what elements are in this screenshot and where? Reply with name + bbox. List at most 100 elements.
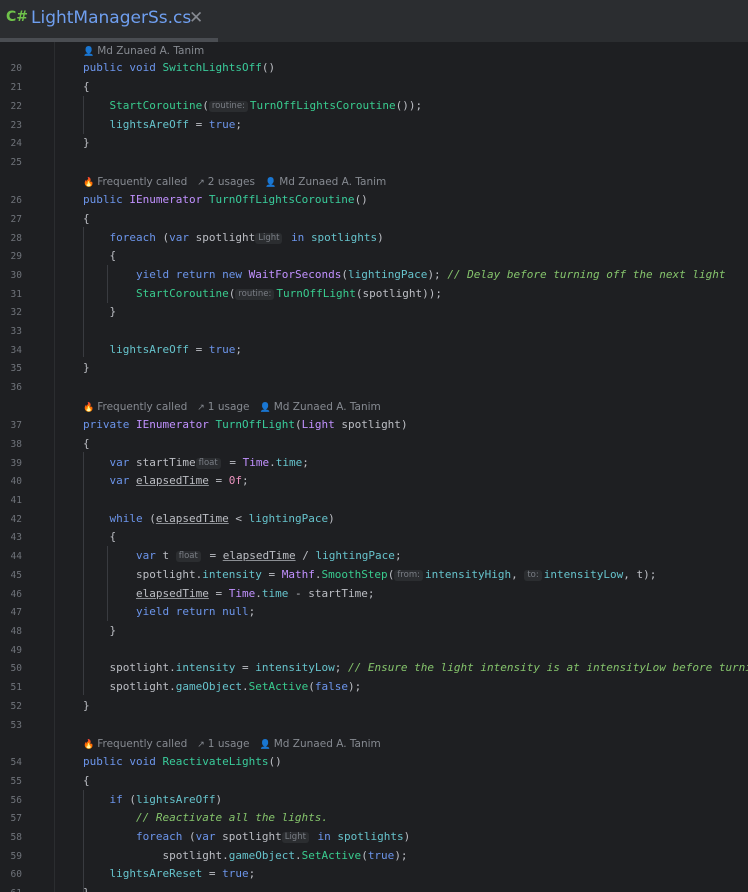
code-line: 46 elapsedTime = Time.time - startTime; [0,585,748,603]
code-line: 25 [0,153,748,171]
line-number: 32 [10,307,22,318]
code-line: 42 while (elapsedTime < lightingPace) [0,510,748,528]
code-line: 20 public void SwitchLightsOff() [0,59,748,77]
code-line: 21 { [0,78,748,96]
lens-author[interactable]: Md Zunaed A. Tanim [274,401,381,413]
line-number: 41 [10,495,22,506]
code-editor[interactable]: 👤 Md Zunaed A. Tanim 20 public void Switc… [0,42,748,892]
line-number: 46 [10,589,22,600]
line-number: 34 [10,345,22,356]
type-hint: float [175,551,201,562]
line-number: 57 [10,813,22,824]
code-line: 45 spotlight.intensity = Mathf.SmoothSte… [0,566,748,584]
code-lens: 🔥 Frequently called ↗ 1 usage 👤 Md Zunaed A… [0,735,748,753]
line-number: 60 [10,869,22,880]
line-number: 49 [10,645,22,656]
line-number: 20 [10,63,22,74]
code-line: 35 } [0,359,748,377]
code-line: 33 [0,322,748,340]
line-number: 24 [10,138,22,149]
flame-icon: 🔥 [83,740,95,750]
close-icon[interactable]: ✕ [189,8,203,28]
code-line: 38 { [0,435,748,453]
lens-usages[interactable]: 1 usage [208,401,250,413]
line-number: 52 [10,701,22,712]
line-number: 61 [0,888,22,892]
code-lens: 👤 Md Zunaed A. Tanim [0,42,748,60]
code-lens: 🔥 Frequently called ↗ 2 usages 👤 Md Zunaed … [0,173,748,191]
code-line: 61 } [0,884,748,892]
line-number: 28 [10,233,22,244]
line-number: 42 [10,514,22,525]
code-line: 30 yield return new WaitForSeconds(light… [0,266,748,284]
code-line: 23 lightsAreOff = true; [0,116,748,134]
line-number: 56 [10,795,22,806]
type-hint: Light [255,233,283,244]
line-number: 50 [10,663,22,674]
code-line: 50 spotlight.intensity = intensityLow; /… [0,659,748,677]
code-line: 60 lightsAreReset = true; [0,865,748,883]
line-number: 21 [10,82,22,93]
type-hint: Light [281,832,309,843]
code-lens: 🔥 Frequently called ↗ 1 usage 👤 Md Zunaed A… [0,398,748,416]
lens-author[interactable]: Md Zunaed A. Tanim [279,176,386,188]
line-number: 36 [10,382,22,393]
lens-frequently-called: Frequently called [97,738,188,750]
line-number: 33 [10,326,22,337]
flame-icon: 🔥 [83,178,95,188]
line-number: 47 [10,607,22,618]
line-number: 25 [10,157,22,168]
param-hint: routine: [235,289,275,300]
code-line: 52 } [0,697,748,715]
user-icon: 👤 [259,740,271,750]
code-line: 53 [0,716,748,734]
code-line: 28 foreach (var spotlight Light in spotli… [0,229,748,247]
code-line: 47 yield return null; [0,603,748,621]
code-line: 56 if (lightsAreOff) [0,791,748,809]
usages-icon: ↗ [197,178,205,188]
line-number: 22 [10,101,22,112]
line-number: 30 [10,270,22,281]
code-line: 51 spotlight.gameObject.SetActive(false)… [0,678,748,696]
line-number: 44 [10,551,22,562]
line-number: 31 [10,289,22,300]
code-line: 58 foreach (var spotlight Light in spotli… [0,828,748,846]
code-line: 22 StartCoroutine(routine: TurnOffLightsC… [0,97,748,115]
lens-usages[interactable]: 2 usages [208,176,255,188]
line-number: 27 [10,214,22,225]
code-line: 39 var startTime float = Time.time; [0,454,748,472]
lens-usages[interactable]: 1 usage [208,738,250,750]
line-number: 43 [10,532,22,543]
lens-author[interactable]: Md Zunaed A. Tanim [97,45,204,57]
line-number: 58 [10,832,22,843]
tab-file-name[interactable]: LightManagerSs.cs [31,8,191,28]
code-line: 27 { [0,210,748,228]
param-hint: from: [394,570,423,581]
editor-tab-bar: C# LightManagerSs.cs ✕ [0,0,748,43]
line-number: 45 [10,570,22,581]
code-line: 43 { [0,528,748,546]
line-number: 54 [10,757,22,768]
line-number: 26 [10,195,22,206]
line-number: 29 [10,251,22,262]
line-number: 55 [10,776,22,787]
flame-icon: 🔥 [83,403,95,413]
usages-icon: ↗ [197,403,205,413]
code-line: 34 lightsAreOff = true; [0,341,748,359]
code-line: 24 } [0,134,748,152]
lens-author[interactable]: Md Zunaed A. Tanim [274,738,381,750]
file-tab[interactable]: C# LightManagerSs.cs ✕ [0,0,218,42]
code-line: 29 { [0,247,748,265]
code-line: 57 // Reactivate all the lights. [0,809,748,827]
line-number: 40 [10,476,22,487]
code-line: 40 var elapsedTime = 0f; [0,472,748,490]
code-line: 37 private IEnumerator TurnOffLight(Ligh… [0,416,748,434]
code-line: 26 public IEnumerator TurnOffLightsCorou… [0,191,748,209]
code-line: 48 } [0,622,748,640]
line-number: 38 [10,439,22,450]
lens-frequently-called: Frequently called [97,176,188,188]
csharp-file-icon: C# [6,9,29,25]
param-hint: to: [524,570,542,581]
code-line: 41 [0,491,748,509]
user-icon: 👤 [259,403,271,413]
